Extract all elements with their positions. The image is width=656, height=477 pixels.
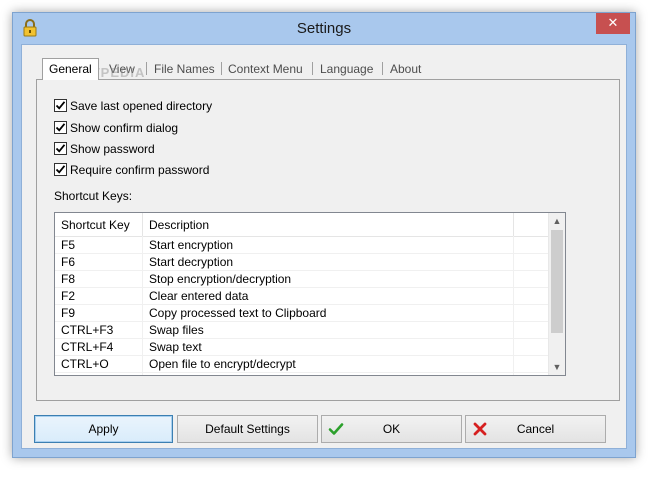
table-row[interactable]: CTRL+O Open file to encrypt/decrypt: [55, 356, 548, 373]
scrollbar-thumb[interactable]: [551, 230, 563, 333]
ok-button[interactable]: OK: [321, 415, 462, 443]
checkbox[interactable]: [54, 121, 67, 134]
shortcut-key-cell: CTRL+F3: [61, 323, 114, 337]
close-icon: ✕: [607, 15, 619, 30]
title-bar[interactable]: Settings ✕: [13, 13, 635, 43]
close-button[interactable]: ✕: [596, 13, 630, 34]
scroll-up-arrow-icon[interactable]: ▲: [549, 213, 565, 229]
vertical-scrollbar[interactable]: ▲ ▼: [548, 213, 565, 375]
default-settings-button[interactable]: Default Settings: [177, 415, 318, 443]
checkmark-icon: [328, 423, 344, 435]
shortcut-key-cell: F8: [61, 272, 76, 286]
shortcut-key-cell: F2: [61, 289, 76, 303]
checkbox[interactable]: [54, 142, 67, 155]
tab-about[interactable]: About: [390, 60, 421, 78]
tab-separator: [221, 62, 222, 75]
table-row[interactable]: F5 Start encryption: [55, 237, 548, 254]
description-cell: Swap files: [149, 323, 204, 337]
table-row[interactable]: F6 Start decryption: [55, 254, 548, 271]
settings-window: Settings ✕ General View File Names Conte…: [12, 12, 636, 458]
tab-context-menu[interactable]: Context Menu: [228, 60, 303, 78]
description-cell: Copy processed text to Clipboard: [149, 306, 327, 320]
shortcut-key-cell: F9: [61, 306, 76, 320]
table-row[interactable]: F8 Stop encryption/decryption: [55, 271, 548, 288]
cancel-x-icon: [473, 422, 487, 436]
scroll-down-arrow-icon[interactable]: ▼: [549, 359, 565, 375]
apply-button[interactable]: Apply: [34, 415, 173, 443]
tab-language[interactable]: Language: [320, 60, 373, 78]
ok-button-label: OK: [382, 422, 401, 436]
table-row[interactable]: F2 Clear entered data: [55, 288, 548, 305]
column-header-shortcut-key[interactable]: Shortcut Key: [55, 213, 143, 236]
dialog-body: General View File Names Context Menu Lan…: [21, 44, 627, 449]
checkbox[interactable]: [54, 163, 67, 176]
apply-button-label: Apply: [88, 422, 119, 436]
window-title: Settings: [296, 20, 352, 37]
cancel-button-label: Cancel: [516, 422, 555, 436]
tab-separator: [312, 62, 313, 75]
shortcut-keys-list[interactable]: Shortcut Key Description F5 Start encryp…: [54, 212, 566, 376]
cancel-button[interactable]: Cancel: [465, 415, 606, 443]
checkmark-icon: [55, 101, 66, 110]
table-row[interactable]: CTRL+F3 Swap files: [55, 322, 548, 339]
shortcut-key-cell: F6: [61, 255, 76, 269]
list-header: Shortcut Key Description: [55, 213, 548, 237]
description-cell: Stop encryption/decryption: [149, 272, 292, 286]
column-header-description[interactable]: Description: [143, 213, 513, 236]
shortcut-key-cell: F5: [61, 238, 76, 252]
shortcut-keys-label: Shortcut Keys:: [54, 189, 133, 203]
description-cell: Open file to encrypt/decrypt: [149, 357, 296, 371]
checkmark-icon: [55, 144, 66, 153]
option-label: Save last opened directory: [70, 99, 213, 113]
tab-general[interactable]: General: [42, 58, 99, 80]
general-panel: Save last opened directory Show confirm …: [36, 79, 620, 401]
checkbox[interactable]: [54, 99, 67, 112]
table-row[interactable]: CTRL+F4 Swap text: [55, 339, 548, 356]
default-settings-button-label: Default Settings: [205, 422, 290, 436]
shortcut-key-cell: CTRL+F4: [61, 340, 114, 354]
description-cell: Swap text: [149, 340, 202, 354]
tab-file-names[interactable]: File Names: [154, 60, 215, 78]
option-label: Show confirm dialog: [70, 121, 179, 135]
option-label: Show password: [70, 142, 155, 156]
tab-separator: [146, 62, 147, 75]
column-divider[interactable]: [513, 213, 514, 236]
checkmark-icon: [55, 165, 66, 174]
description-cell: Start encryption: [149, 238, 234, 252]
table-row[interactable]: F9 Copy processed text to Clipboard: [55, 305, 548, 322]
shortcut-key-cell: CTRL+O: [61, 357, 109, 371]
description-cell: Clear entered data: [149, 289, 249, 303]
description-cell: Start decryption: [149, 255, 234, 269]
tab-separator: [382, 62, 383, 75]
checkmark-icon: [55, 123, 66, 132]
option-label: Require confirm password: [70, 163, 210, 177]
